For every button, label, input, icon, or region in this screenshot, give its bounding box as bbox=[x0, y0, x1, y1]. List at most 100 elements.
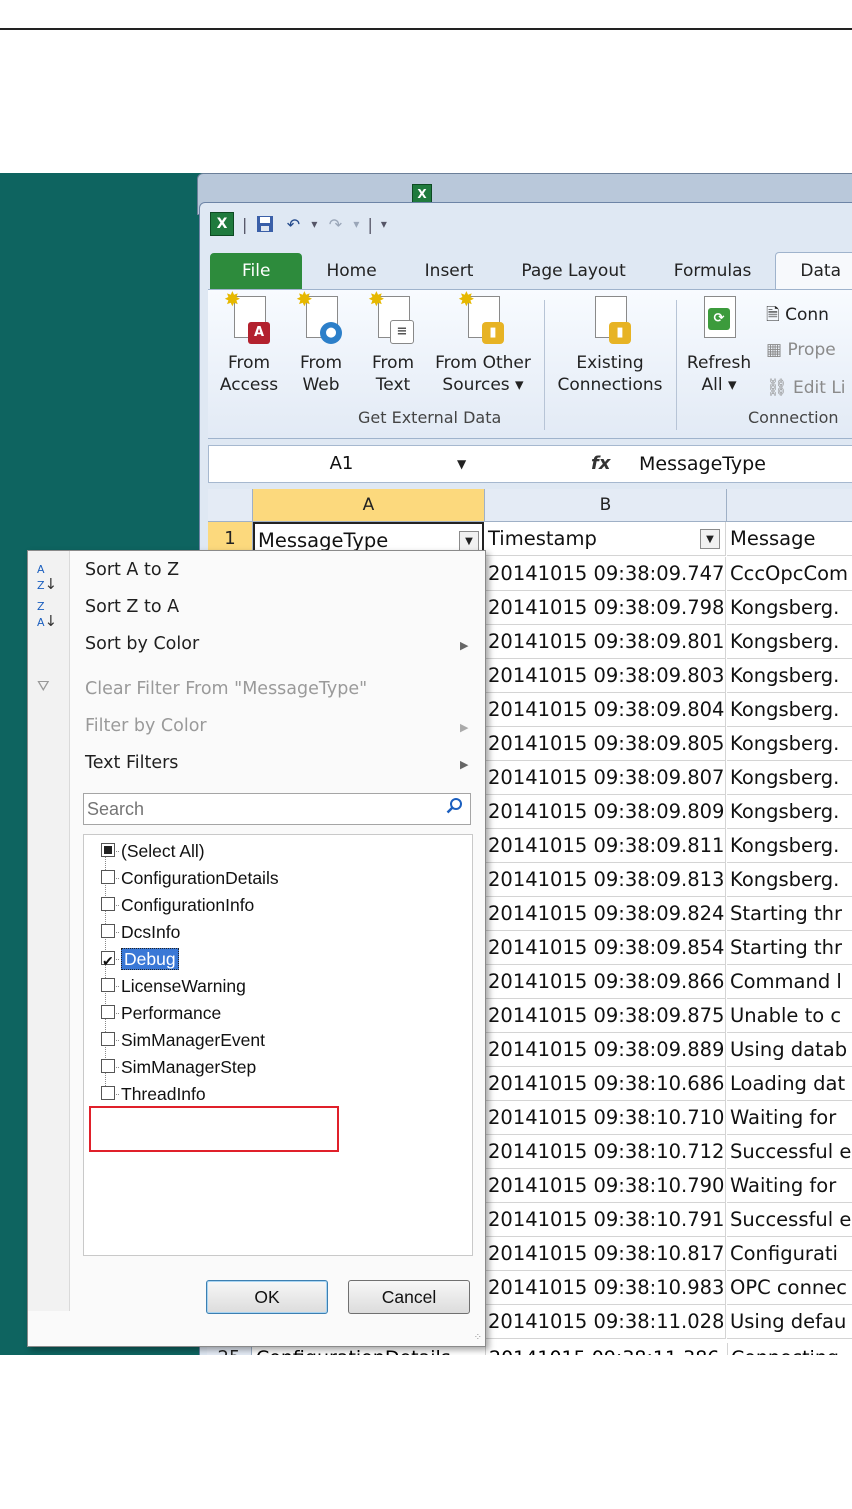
filter-checkbox[interactable] bbox=[101, 1086, 115, 1100]
insert-function-icon[interactable]: fx bbox=[591, 446, 610, 482]
filter-checkbox[interactable] bbox=[101, 843, 115, 857]
filter-list-item[interactable]: ConfigurationInfo bbox=[101, 892, 254, 918]
cancel-button[interactable]: Cancel bbox=[348, 1280, 470, 1314]
edit-links-button[interactable]: ⛓ Edit Li bbox=[766, 378, 846, 398]
timestamp-cell[interactable]: 20141015 09:38:09.801 bbox=[485, 625, 726, 659]
timestamp-cell[interactable]: 20141015 09:38:09.889 bbox=[485, 1033, 726, 1067]
formula-input[interactable]: MessageType bbox=[639, 446, 766, 482]
filter-list-item[interactable]: LicenseWarning bbox=[101, 973, 246, 999]
filter-list-item[interactable]: SimManagerStep bbox=[101, 1054, 256, 1080]
sort-by-color-item[interactable]: Sort by Color bbox=[85, 634, 199, 654]
cell-c25[interactable]: Connecting bbox=[727, 1343, 852, 1355]
filter-dropdown-b-icon[interactable]: ▼ bbox=[700, 529, 720, 549]
from-text-button[interactable]: ✸ ≡ From Text bbox=[358, 288, 428, 396]
filter-by-color-item[interactable]: Filter by Color bbox=[85, 716, 207, 736]
message-cell[interactable]: CccOpcCom bbox=[727, 557, 852, 591]
timestamp-cell[interactable]: 20141015 09:38:09.803 bbox=[485, 659, 726, 693]
tab-home[interactable]: Home bbox=[302, 253, 400, 289]
timestamp-cell[interactable]: 20141015 09:38:09.747 bbox=[485, 557, 726, 591]
timestamp-cell[interactable]: 20141015 09:38:10.817 bbox=[485, 1237, 726, 1271]
message-cell[interactable]: Kongsberg. bbox=[727, 693, 852, 727]
timestamp-cell[interactable]: 20141015 09:38:10.710 bbox=[485, 1101, 726, 1135]
timestamp-cell[interactable]: 20141015 09:38:09.798 bbox=[485, 591, 726, 625]
customize-qat-icon[interactable]: ▾ bbox=[381, 217, 387, 231]
filter-checkbox[interactable] bbox=[101, 924, 115, 938]
filter-checkbox[interactable] bbox=[101, 870, 115, 884]
sort-a-to-z-item[interactable]: Sort A to Z bbox=[85, 560, 179, 580]
timestamp-cell[interactable]: 20141015 09:38:09.809 bbox=[485, 795, 726, 829]
name-box-dropdown-icon[interactable]: ▼ bbox=[457, 446, 466, 482]
timestamp-cell[interactable]: 20141015 09:38:09.813 bbox=[485, 863, 726, 897]
message-cell[interactable]: Kongsberg. bbox=[727, 591, 852, 625]
filter-list-item[interactable]: Debug bbox=[101, 946, 179, 974]
tab-insert[interactable]: Insert bbox=[401, 253, 498, 289]
timestamp-cell[interactable]: 20141015 09:38:10.791 bbox=[485, 1203, 726, 1237]
message-cell[interactable]: Kongsberg. bbox=[727, 659, 852, 693]
message-cell[interactable]: Successful e bbox=[727, 1135, 852, 1169]
filter-checkbox[interactable] bbox=[101, 1059, 115, 1073]
undo-icon[interactable]: ↶ bbox=[283, 214, 303, 234]
sort-z-to-a-item[interactable]: Sort Z to A bbox=[85, 597, 179, 617]
message-cell[interactable]: OPC connec bbox=[727, 1271, 852, 1305]
column-header-a[interactable]: A bbox=[253, 489, 485, 522]
timestamp-cell[interactable]: 20141015 09:38:09.805 bbox=[485, 727, 726, 761]
column-header-c[interactable] bbox=[727, 489, 852, 522]
filter-list-item[interactable]: Performance bbox=[101, 1000, 221, 1026]
existing-connections-button[interactable]: ▮ Existing Connections bbox=[554, 294, 666, 396]
tab-page-layout[interactable]: Page Layout bbox=[497, 253, 649, 289]
ok-button[interactable]: OK bbox=[206, 1280, 328, 1314]
filter-dropdown-a-icon[interactable]: ▼ bbox=[459, 531, 479, 551]
resize-grip-icon[interactable]: ⁘ bbox=[474, 1332, 482, 1343]
column-header-b[interactable]: B bbox=[485, 489, 727, 522]
search-icon[interactable] bbox=[446, 797, 464, 815]
message-cell[interactable]: Kongsberg. bbox=[727, 727, 852, 761]
message-cell[interactable]: Using defau bbox=[727, 1305, 852, 1339]
tab-file[interactable]: File bbox=[210, 253, 303, 289]
cell-c1[interactable]: Message bbox=[727, 522, 852, 556]
cell-b25[interactable]: 20141015 09:38:11.386 bbox=[485, 1343, 726, 1355]
message-cell[interactable]: Waiting for bbox=[727, 1169, 852, 1203]
undo-dropdown-icon[interactable]: ▾ bbox=[311, 217, 317, 231]
message-cell[interactable]: Starting thr bbox=[727, 897, 852, 931]
from-web-button[interactable]: ✸ ● From Web bbox=[286, 288, 356, 396]
message-cell[interactable]: Kongsberg. bbox=[727, 795, 852, 829]
timestamp-cell[interactable]: 20141015 09:38:10.790 bbox=[485, 1169, 726, 1203]
timestamp-cell[interactable]: 20141015 09:38:10.712 bbox=[485, 1135, 726, 1169]
filter-search-input[interactable] bbox=[84, 794, 429, 824]
timestamp-cell[interactable]: 20141015 09:38:10.686 bbox=[485, 1067, 726, 1101]
message-cell[interactable]: Waiting for bbox=[727, 1101, 852, 1135]
properties-button[interactable]: ▦ Prope bbox=[766, 340, 836, 360]
connections-button[interactable]: 🗎 Conn bbox=[766, 302, 829, 331]
tab-data[interactable]: Data bbox=[775, 252, 852, 289]
filter-checkbox[interactable] bbox=[101, 948, 115, 974]
tab-formulas[interactable]: Formulas bbox=[650, 253, 776, 289]
timestamp-cell[interactable]: 20141015 09:38:09.875 bbox=[485, 999, 726, 1033]
message-cell[interactable]: Kongsberg. bbox=[727, 625, 852, 659]
select-all-corner[interactable] bbox=[208, 489, 253, 522]
filter-list-item[interactable]: ThreadInfo bbox=[101, 1081, 206, 1107]
filter-list-item[interactable]: SimManagerEvent bbox=[101, 1027, 265, 1053]
from-access-button[interactable]: ✸ A From Access bbox=[214, 288, 284, 396]
message-cell[interactable]: Kongsberg. bbox=[727, 863, 852, 897]
timestamp-cell[interactable]: 20141015 09:38:09.807 bbox=[485, 761, 726, 795]
message-cell[interactable]: Loading dat bbox=[727, 1067, 852, 1101]
timestamp-cell[interactable]: 20141015 09:38:09.866 bbox=[485, 965, 726, 999]
message-cell[interactable]: Command l bbox=[727, 965, 852, 999]
message-cell[interactable]: Kongsberg. bbox=[727, 761, 852, 795]
timestamp-cell[interactable]: 20141015 09:38:09.811 bbox=[485, 829, 726, 863]
text-filters-item[interactable]: Text Filters bbox=[85, 753, 178, 773]
message-cell[interactable]: Kongsberg. bbox=[727, 829, 852, 863]
timestamp-cell[interactable]: 20141015 09:38:09.804 bbox=[485, 693, 726, 727]
clear-filter-item[interactable]: Clear Filter From "MessageType" bbox=[85, 679, 367, 699]
filter-list-item[interactable]: (Select All) bbox=[101, 838, 205, 864]
timestamp-cell[interactable]: 20141015 09:38:11.028 bbox=[485, 1305, 726, 1339]
timestamp-cell[interactable]: 20141015 09:38:09.854 bbox=[485, 931, 726, 965]
message-cell[interactable]: Configurati bbox=[727, 1237, 852, 1271]
save-icon[interactable] bbox=[255, 214, 275, 234]
filter-checkbox[interactable] bbox=[101, 978, 115, 992]
message-cell[interactable]: Starting thr bbox=[727, 931, 852, 965]
filter-list-item[interactable]: DcsInfo bbox=[101, 919, 180, 945]
redo-icon[interactable]: ↷ bbox=[325, 214, 345, 234]
from-other-sources-button[interactable]: ✸ ▮ From Other Sources ▾ bbox=[430, 288, 536, 396]
filter-list-item[interactable]: ConfigurationDetails bbox=[101, 865, 279, 891]
